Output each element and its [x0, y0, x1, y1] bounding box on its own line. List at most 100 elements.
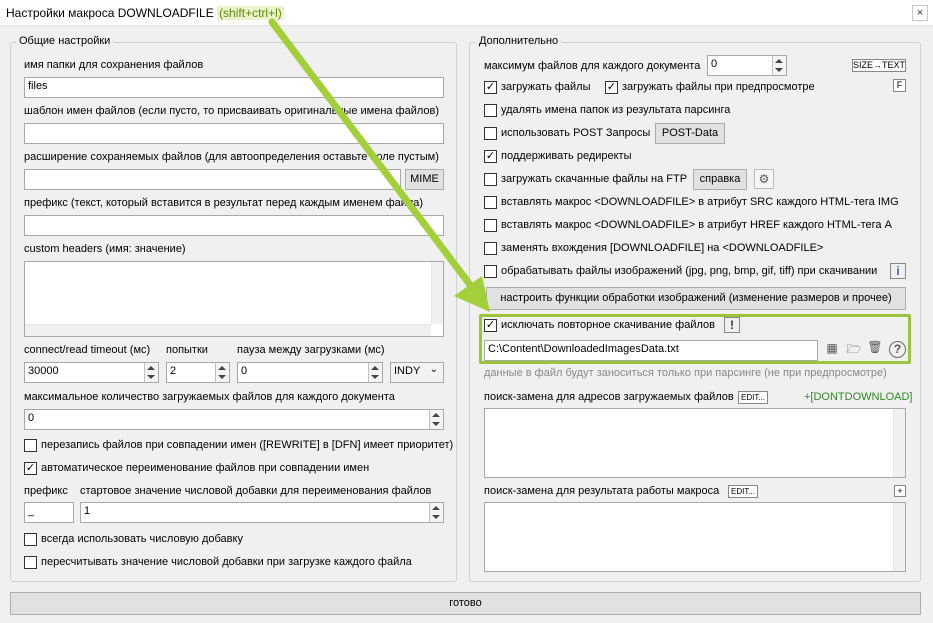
replace-label: заменять вхождения [DOWNLOADFILE] на <DO… — [501, 242, 824, 254]
grid-icon[interactable]: ▦ — [824, 341, 840, 359]
prefix-label: префикс (текст, который вставится в резу… — [24, 197, 424, 209]
extension-label: расширение сохраняемых файлов (для автоо… — [24, 151, 439, 163]
start-input[interactable]: 1 — [80, 502, 444, 523]
exclude-path-input[interactable]: C:\Content\DownloadedImagesData.txt — [484, 340, 818, 361]
trash-icon[interactable]: 🗑 — [867, 340, 883, 358]
href-checkbox[interactable] — [484, 219, 497, 232]
timeout-value: 30000 — [28, 365, 59, 377]
maxfiles-label: максимум файлов для каждого документа — [484, 60, 701, 72]
path-note: данные в файл будут заноситься только пр… — [484, 367, 887, 379]
start-label: стартовое значение числовой добавки для … — [80, 485, 432, 497]
load-files-label: загружать файлы — [501, 81, 591, 93]
load-preview-label: загружать файлы при предпросмотре — [622, 81, 815, 93]
search-result-textarea[interactable] — [484, 502, 906, 572]
dontdownload-link[interactable]: +[DONTDOWNLOAD] — [804, 391, 912, 403]
ok-button[interactable]: готово — [10, 592, 921, 615]
headers-textarea[interactable] — [24, 261, 444, 337]
autorename-label: автоматическое переименование файлов при… — [41, 462, 370, 474]
post-label: использовать POST Запросы — [501, 127, 651, 139]
del-folders-label: удалять имена папок из результата парсин… — [501, 104, 731, 116]
engine-value: INDY — [394, 365, 421, 377]
general-settings-legend: Общие настройки — [16, 35, 114, 47]
extension-input[interactable] — [24, 169, 401, 190]
search-result-label: поиск-замена для результата работы макро… — [484, 485, 720, 497]
maxfiles-spinner[interactable] — [772, 56, 786, 75]
timeout-spinner[interactable] — [144, 363, 158, 382]
post-checkbox[interactable] — [484, 127, 497, 140]
prefix2-label: префикс — [24, 485, 68, 497]
edit-result-button[interactable]: EDIT... — [728, 485, 758, 498]
images-label: обрабатывать файлы изображений (jpg, png… — [501, 265, 878, 277]
shortcut-hint: (shift+ctrl+l) — [217, 6, 284, 20]
del-folders-checkbox[interactable] — [484, 104, 497, 117]
template-label: шаблон имен файлов (если пусто, то присв… — [24, 105, 440, 117]
engine-select[interactable]: INDY ⌄ — [390, 362, 444, 383]
autorename-checkbox[interactable]: ✓ — [24, 462, 37, 475]
maxfiles-value: 0 — [711, 58, 718, 70]
src-label: вставлять макрос <DOWNLOADFILE> в атрибу… — [501, 196, 899, 208]
size-text-button[interactable]: SIZE→TEXT — [852, 59, 906, 72]
exclude-checkbox[interactable]: ✓ — [484, 319, 497, 332]
gear-icon[interactable]: ⚙ — [754, 169, 774, 189]
edit-urls-button[interactable]: EDIT... — [738, 391, 768, 404]
headers-label: custom headers (имя: значение) — [24, 243, 186, 255]
timeout-label: connect/read timeout (мс) — [24, 344, 151, 356]
folder-icon[interactable]: 🗁 — [845, 340, 863, 358]
ftp-label: загружать скачанные файлы на FTP — [501, 173, 688, 185]
plus-button[interactable]: + — [894, 485, 906, 497]
always-num-checkbox[interactable] — [24, 533, 37, 546]
additional-settings-legend: Дополнительно — [476, 35, 562, 47]
headers-vscrollbar[interactable] — [431, 262, 443, 324]
attempts-label: попытки — [166, 344, 208, 356]
load-preview-checkbox[interactable]: ✓ — [605, 81, 618, 94]
exclude-label: исключать повторное скачивание файлов — [501, 319, 715, 331]
close-button[interactable]: × — [912, 5, 928, 21]
prefix-input[interactable] — [24, 215, 444, 236]
recount-label: пересчитывать значение числовой добавки … — [41, 556, 412, 568]
window-title-text: Настройки макроса DOWNLOADFILE — [6, 6, 214, 20]
overwrite-checkbox[interactable] — [24, 439, 37, 452]
chevron-down-icon: ⌄ — [429, 364, 438, 375]
max-input[interactable]: 0 — [24, 409, 444, 430]
start-spinner[interactable] — [429, 503, 443, 522]
overwrite-label: перезапись файлов при совпадении имен ([… — [41, 439, 454, 451]
recount-checkbox[interactable] — [24, 556, 37, 569]
image-processing-button[interactable]: настроить функции обработки изображений … — [486, 287, 906, 310]
redirect-checkbox[interactable]: ✓ — [484, 150, 497, 163]
f-button[interactable]: F — [893, 79, 906, 92]
max-value: 0 — [28, 412, 35, 424]
search-urls-scrollbar[interactable] — [893, 409, 905, 477]
replace-checkbox[interactable] — [484, 242, 497, 255]
href-label: вставлять макрос <DOWNLOADFILE> в атрибу… — [501, 219, 892, 231]
folder-input[interactable]: files — [24, 77, 444, 98]
prefix2-input[interactable]: _ — [24, 502, 74, 523]
src-checkbox[interactable] — [484, 196, 497, 209]
images-checkbox[interactable] — [484, 265, 497, 278]
info-icon[interactable]: i — [890, 263, 906, 279]
pause-spinner[interactable] — [368, 363, 382, 382]
load-files-checkbox[interactable]: ✓ — [484, 81, 497, 94]
help-button[interactable]: справка — [693, 169, 747, 190]
start-value: 1 — [84, 505, 91, 517]
attempts-spinner[interactable] — [215, 363, 229, 382]
warning-icon[interactable]: ! — [724, 317, 740, 333]
always-num-label: всегда использовать числовую добавку — [41, 533, 243, 545]
timeout-input[interactable]: 30000 — [24, 362, 159, 383]
maxfiles-input[interactable]: 0 — [707, 55, 787, 76]
ftp-checkbox[interactable] — [484, 173, 497, 186]
search-result-scrollbar[interactable] — [893, 503, 905, 571]
pause-label: пауза между загрузками (мс) — [237, 344, 385, 356]
search-urls-textarea[interactable] — [484, 408, 906, 478]
post-data-button[interactable]: POST-Data — [655, 123, 725, 144]
help-icon[interactable]: ? — [889, 341, 906, 358]
max-spinner[interactable] — [429, 410, 443, 429]
folder-label: имя папки для сохранения файлов — [24, 59, 204, 71]
mime-button[interactable]: MIME — [405, 169, 444, 190]
search-urls-label: поиск-замена для адресов загружаемых фай… — [484, 391, 734, 403]
headers-hscrollbar[interactable] — [25, 324, 431, 336]
pause-value: 0 — [241, 365, 248, 377]
redirect-label: поддерживать редиректы — [501, 150, 632, 162]
attempts-input[interactable]: 2 — [166, 362, 230, 383]
template-input[interactable] — [24, 123, 444, 144]
pause-input[interactable]: 0 — [237, 362, 383, 383]
